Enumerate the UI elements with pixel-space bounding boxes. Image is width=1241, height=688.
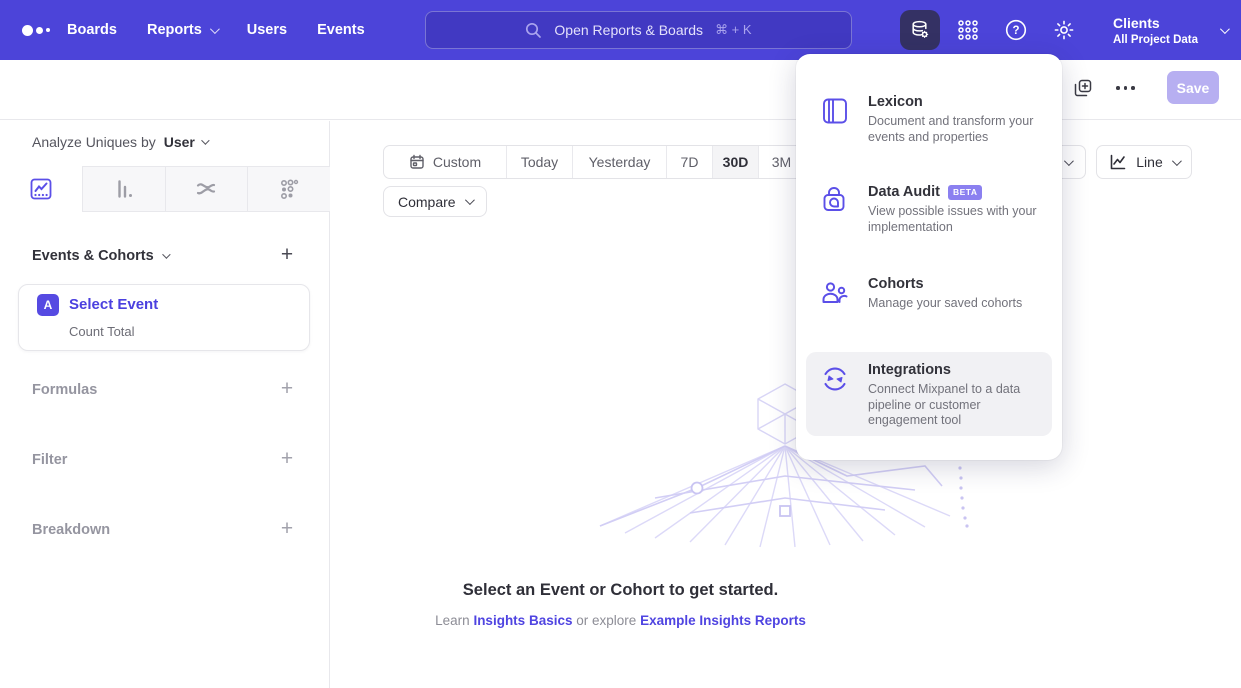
menu-item-integrations[interactable]: Integrations Connect Mixpanel to a data … bbox=[806, 352, 1052, 436]
tab-scatter-chart[interactable] bbox=[247, 166, 330, 212]
chevron-down-icon bbox=[1220, 24, 1230, 34]
beta-badge: BETA bbox=[948, 185, 983, 200]
bar-chart-icon bbox=[111, 176, 137, 202]
chevron-down-icon bbox=[210, 24, 220, 34]
empty-state-subtitle: Learn Insights Basics or explore Example… bbox=[0, 613, 1241, 628]
formulas-section-header: Formulas bbox=[32, 382, 97, 398]
lexicon-book-icon bbox=[820, 96, 850, 126]
empty-state-title: Select an Event or Cohort to get started… bbox=[0, 581, 1241, 600]
event-card[interactable]: A Select Event Count Total bbox=[18, 284, 310, 351]
breakdown-section-header: Breakdown bbox=[32, 522, 110, 538]
apps-grid-button[interactable] bbox=[948, 10, 988, 50]
tab-bar-chart[interactable] bbox=[82, 166, 165, 212]
nav-reports[interactable]: Reports bbox=[147, 22, 217, 38]
analyze-uniques-selector[interactable]: Analyze Uniques by User bbox=[32, 134, 207, 150]
filter-section-header: Filter bbox=[32, 452, 67, 468]
mixpanel-logo-icon[interactable] bbox=[22, 0, 50, 60]
menu-item-data-audit[interactable]: Data Audit BETA View possible issues wit… bbox=[806, 174, 1052, 245]
cohorts-description: Manage your saved cohorts bbox=[868, 296, 1050, 312]
add-formula-button[interactable]: + bbox=[276, 379, 298, 401]
svg-text:?: ? bbox=[1012, 25, 1019, 37]
line-chart-icon bbox=[28, 176, 54, 202]
insights-basics-link[interactable]: Insights Basics bbox=[473, 613, 572, 628]
help-icon: ? bbox=[1004, 18, 1028, 42]
scatter-icon bbox=[276, 176, 302, 202]
analyze-value: User bbox=[164, 134, 195, 150]
integrations-sync-icon bbox=[820, 364, 850, 394]
date-range-control: Custom Today Yesterday 7D 30D 3M 6M bbox=[383, 145, 849, 179]
ellipsis-icon bbox=[1116, 86, 1135, 90]
menu-item-lexicon[interactable]: Lexicon Document and transform your even… bbox=[806, 84, 1052, 155]
grid-dots-icon bbox=[956, 18, 980, 42]
cohorts-users-icon bbox=[820, 278, 850, 308]
search-shortcut: ⌘ + K bbox=[715, 22, 752, 38]
calendar-icon bbox=[409, 154, 425, 170]
visualization-tabs bbox=[0, 166, 330, 212]
integrations-title: Integrations bbox=[868, 362, 1050, 378]
nav-users[interactable]: Users bbox=[247, 22, 287, 38]
project-name: Clients bbox=[1113, 15, 1198, 31]
chevron-down-icon bbox=[1064, 156, 1074, 166]
flow-icon bbox=[193, 176, 219, 202]
events-cohorts-section-header[interactable]: Events & Cohorts bbox=[32, 248, 168, 264]
line-chart-icon bbox=[1109, 153, 1127, 171]
date-range-custom[interactable]: Custom bbox=[384, 146, 506, 178]
nav-links: Boards Reports Users Events bbox=[67, 0, 365, 60]
date-range-7d[interactable]: 7D bbox=[666, 146, 712, 178]
count-total-selector[interactable]: Count Total bbox=[69, 324, 135, 339]
learn-prefix: Learn bbox=[435, 613, 470, 628]
chevron-down-icon bbox=[201, 136, 209, 144]
chevron-down-icon bbox=[162, 250, 170, 258]
select-event-label[interactable]: Select Event bbox=[69, 296, 158, 313]
duplicate-icon bbox=[1073, 78, 1093, 98]
chart-type-label: Line bbox=[1136, 154, 1162, 170]
chart-type-dropdown[interactable]: Line bbox=[1096, 145, 1192, 179]
data-audit-description: View possible issues with your implement… bbox=[868, 204, 1050, 235]
nav-events[interactable]: Events bbox=[317, 22, 365, 38]
tab-line-chart[interactable] bbox=[0, 166, 82, 212]
settings-button[interactable] bbox=[1044, 10, 1084, 50]
analyze-prefix: Analyze Uniques by bbox=[32, 134, 156, 150]
more-options-button[interactable] bbox=[1116, 86, 1135, 90]
add-filter-button[interactable]: + bbox=[276, 449, 298, 471]
project-switcher[interactable]: Clients All Project Data bbox=[1113, 0, 1227, 60]
data-audit-icon bbox=[820, 186, 848, 216]
integrations-description: Connect Mixpanel to a data pipeline or c… bbox=[868, 382, 1050, 429]
duplicate-report-button[interactable] bbox=[1073, 78, 1093, 103]
search-placeholder: Open Reports & Boards bbox=[554, 22, 703, 38]
example-reports-link[interactable]: Example Insights Reports bbox=[640, 613, 806, 628]
nav-tools: ? bbox=[900, 0, 1092, 60]
database-gear-icon bbox=[909, 19, 931, 41]
insights-report-page: Boards Reports Users Events Open Reports… bbox=[0, 0, 1241, 688]
query-sidebar: Analyze Uniques by User bbox=[0, 121, 330, 688]
tab-flow-chart[interactable] bbox=[165, 166, 248, 212]
lexicon-description: Document and transform your events and p… bbox=[868, 114, 1050, 145]
data-management-menu: Lexicon Document and transform your even… bbox=[796, 54, 1062, 460]
menu-item-cohorts[interactable]: Cohorts Manage your saved cohorts bbox=[806, 266, 1052, 323]
compare-button[interactable]: Compare bbox=[383, 186, 487, 217]
date-range-today[interactable]: Today bbox=[506, 146, 572, 178]
cohorts-title: Cohorts bbox=[868, 276, 1050, 292]
help-button[interactable]: ? bbox=[996, 10, 1036, 50]
search-icon bbox=[525, 22, 542, 39]
event-letter-badge: A bbox=[37, 294, 59, 316]
data-management-button[interactable] bbox=[900, 10, 940, 50]
subtitle-middle: or explore bbox=[576, 613, 636, 628]
date-range-yesterday[interactable]: Yesterday bbox=[572, 146, 666, 178]
nav-boards[interactable]: Boards bbox=[67, 22, 117, 38]
project-scope: All Project Data bbox=[1113, 34, 1198, 46]
lexicon-title: Lexicon bbox=[868, 94, 1050, 110]
chevron-down-icon bbox=[465, 195, 475, 205]
search-input[interactable]: Open Reports & Boards ⌘ + K bbox=[425, 11, 852, 49]
save-button[interactable]: Save bbox=[1167, 71, 1219, 104]
chevron-down-icon bbox=[1172, 156, 1182, 166]
top-navbar: Boards Reports Users Events Open Reports… bbox=[0, 0, 1241, 60]
date-range-30d[interactable]: 30D bbox=[712, 146, 758, 178]
add-breakdown-button[interactable]: + bbox=[276, 519, 298, 541]
data-audit-title: Data Audit BETA bbox=[868, 184, 1050, 200]
gear-icon bbox=[1052, 18, 1076, 42]
add-event-button[interactable]: + bbox=[276, 245, 298, 267]
